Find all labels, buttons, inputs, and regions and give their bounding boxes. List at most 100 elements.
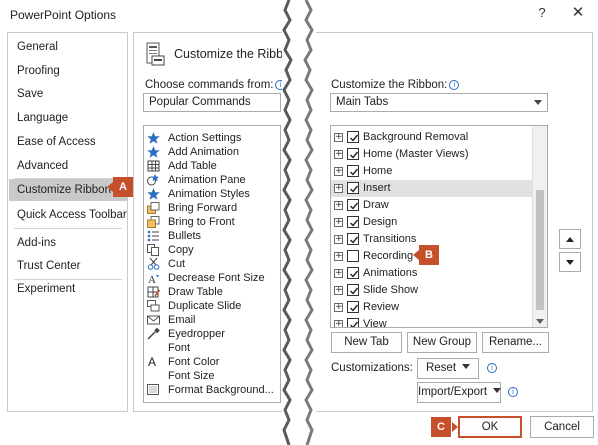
- list-item[interactable]: Font Size: [144, 369, 280, 383]
- tab-tree-item[interactable]: + Review: [331, 299, 533, 316]
- close-button[interactable]: ✕: [568, 3, 588, 23]
- list-item[interactable]: Draw Table: [144, 285, 280, 299]
- sidebar-item-trust-center[interactable]: Trust Center: [9, 255, 127, 277]
- new-tab-button[interactable]: New Tab: [331, 332, 402, 353]
- list-item[interactable]: Animation Pane: [144, 173, 280, 187]
- tabs-scrollbar[interactable]: [532, 126, 547, 327]
- tab-tree-item[interactable]: + Animations: [331, 265, 533, 282]
- list-item[interactable]: Add Table: [144, 159, 280, 173]
- tab-checkbox[interactable]: [347, 250, 359, 262]
- scrollbar-thumb[interactable]: [536, 190, 544, 310]
- list-item[interactable]: Email: [144, 313, 280, 327]
- sidebar-item-general[interactable]: General: [9, 36, 127, 58]
- tab-checkbox[interactable]: [347, 148, 359, 160]
- expand-icon[interactable]: +: [334, 184, 343, 193]
- sidebar-item-advanced[interactable]: Advanced: [9, 155, 127, 177]
- tab-checkbox[interactable]: [347, 165, 359, 177]
- tab-tree-item[interactable]: + Design: [331, 214, 533, 231]
- list-item[interactable]: Eyedropper: [144, 327, 280, 341]
- info-icon[interactable]: i: [508, 387, 518, 397]
- expand-icon[interactable]: +: [334, 167, 343, 176]
- new-group-button[interactable]: New Group: [407, 332, 477, 353]
- format-background-icon: [147, 384, 159, 395]
- triangle-down-icon: [566, 260, 574, 265]
- check-icon: [350, 270, 359, 278]
- tab-checkbox[interactable]: [347, 216, 359, 228]
- commands-list[interactable]: Action Settings Add Animation Add Table …: [143, 125, 281, 403]
- expand-icon[interactable]: +: [334, 133, 343, 142]
- callout-a: A: [113, 177, 133, 197]
- info-icon[interactable]: i: [487, 363, 497, 373]
- expand-icon[interactable]: +: [334, 286, 343, 295]
- tab-checkbox[interactable]: [347, 318, 359, 327]
- list-item[interactable]: Bring Forward: [144, 201, 280, 215]
- reset-button[interactable]: Reset: [417, 358, 479, 379]
- ribbon-tabs-tree[interactable]: + Background Removal + Home (Master Views)…: [330, 125, 548, 328]
- list-item[interactable]: Copy: [144, 243, 280, 257]
- tab-checkbox[interactable]: [347, 301, 359, 313]
- star-icon: [147, 188, 160, 200]
- list-item[interactable]: Duplicate Slide: [144, 299, 280, 313]
- list-item[interactable]: Bullets: [144, 229, 280, 243]
- list-item[interactable]: Format Background...: [144, 383, 280, 397]
- chevron-down-icon: [462, 364, 471, 369]
- list-item[interactable]: Animation Styles: [144, 187, 280, 201]
- expand-icon[interactable]: +: [334, 201, 343, 210]
- list-item[interactable]: A Decrease Font Size: [144, 271, 280, 285]
- expand-icon[interactable]: +: [334, 150, 343, 159]
- tab-tree-item[interactable]: + Draw: [331, 197, 533, 214]
- tab-checkbox[interactable]: [347, 284, 359, 296]
- torn-edge-overlay: [282, 0, 316, 445]
- move-up-button[interactable]: [559, 229, 581, 249]
- scissors-icon: [147, 258, 160, 270]
- duplicate-slide-icon: [147, 300, 160, 312]
- tab-checkbox[interactable]: [347, 199, 359, 211]
- expand-icon[interactable]: +: [334, 235, 343, 244]
- choose-commands-dropdown[interactable]: Popular Commands: [143, 93, 281, 112]
- font-color-icon: A: [148, 356, 156, 368]
- sidebar-item-add-ins[interactable]: Add-ins: [9, 232, 127, 254]
- rename-button[interactable]: Rename...: [482, 332, 549, 353]
- list-item[interactable]: A Font Color: [144, 355, 280, 369]
- tab-checkbox[interactable]: [347, 182, 359, 194]
- sidebar-item-ease-of-access[interactable]: Ease of Access: [9, 131, 127, 153]
- list-item[interactable]: Bring to Front: [144, 215, 280, 229]
- expand-icon[interactable]: +: [334, 303, 343, 312]
- tab-tree-item[interactable]: + Home: [331, 163, 533, 180]
- tab-checkbox[interactable]: [347, 233, 359, 245]
- check-icon: [350, 287, 359, 295]
- tab-tree-item[interactable]: + Background Removal: [331, 129, 533, 146]
- tab-tree-item[interactable]: + View: [331, 316, 533, 327]
- help-button[interactable]: ?: [534, 5, 550, 23]
- scroll-down-icon[interactable]: [536, 319, 544, 324]
- customize-ribbon-dropdown[interactable]: Main Tabs: [330, 93, 548, 112]
- sidebar-item-experiment[interactable]: Experiment: [9, 278, 127, 300]
- ok-button[interactable]: OK: [458, 416, 522, 438]
- sidebar-item-save[interactable]: Save: [9, 83, 127, 105]
- check-icon: [350, 168, 359, 176]
- svg-text:A: A: [148, 274, 156, 284]
- info-icon[interactable]: i: [449, 80, 460, 90]
- font-size-icon: [147, 370, 160, 382]
- sidebar-item-language[interactable]: Language: [9, 107, 127, 129]
- tab-tree-item[interactable]: + Slide Show: [331, 282, 533, 299]
- sidebar-item-proofing[interactable]: Proofing: [9, 60, 127, 82]
- expand-icon[interactable]: +: [334, 320, 343, 327]
- svg-text:A: A: [148, 356, 156, 368]
- tab-checkbox[interactable]: [347, 131, 359, 143]
- list-item[interactable]: Cut: [144, 257, 280, 271]
- cancel-button[interactable]: Cancel: [530, 416, 594, 438]
- check-icon: [350, 185, 359, 193]
- move-down-button[interactable]: [559, 252, 581, 272]
- tab-tree-item[interactable]: + Insert: [331, 180, 533, 197]
- list-item[interactable]: Action Settings: [144, 131, 280, 145]
- import-export-button[interactable]: Import/Export: [417, 382, 502, 403]
- list-item[interactable]: Add Animation: [144, 145, 280, 159]
- expand-icon[interactable]: +: [334, 269, 343, 278]
- expand-icon[interactable]: +: [334, 252, 343, 261]
- tab-checkbox[interactable]: [347, 267, 359, 279]
- tab-tree-item[interactable]: + Home (Master Views): [331, 146, 533, 163]
- list-item[interactable]: Font: [144, 341, 280, 355]
- expand-icon[interactable]: +: [334, 218, 343, 227]
- sidebar-item-quick-access-toolbar[interactable]: Quick Access Toolbar: [9, 204, 127, 226]
